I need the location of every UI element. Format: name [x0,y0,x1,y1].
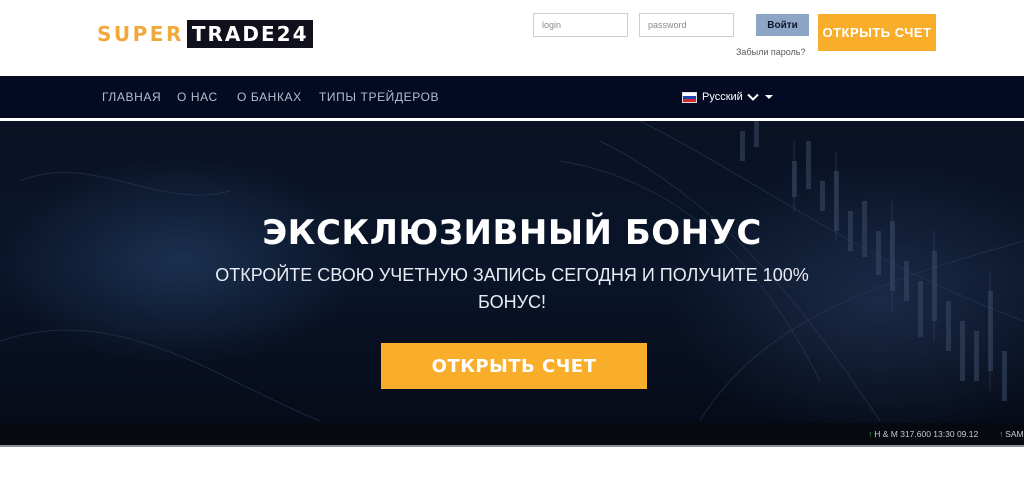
caret-down-icon [764,95,773,99]
ticker-item: ↑ H & M 317.600 13:30 09.12 [868,429,978,439]
open-account-button-hero[interactable]: ОТКРЫТЬ СЧЕТ [381,343,647,389]
language-selector[interactable]: Русский [682,88,773,106]
open-account-button-header[interactable]: ОТКРЫТЬ СЧЕТ [818,14,936,51]
russia-flag-icon [682,91,697,103]
stock-ticker: ↑ H & M 317.600 13:30 09.12 ↑ SAM [0,423,1024,445]
nav-item-banks[interactable]: О БАНКАХ [237,90,302,104]
site-logo[interactable]: SUPER TRADE24 [97,20,313,48]
language-label: Русский [702,91,743,103]
logo-text-trade: TRADE24 [186,20,313,48]
nav-item-home[interactable]: ГЛАВНАЯ [102,90,161,104]
signin-button[interactable]: Войти [756,14,809,36]
ticker-text: SAM [1005,429,1024,439]
ticker-divider [0,445,1024,447]
arrow-up-icon: ↑ [868,429,873,439]
password-input[interactable] [639,13,734,37]
nav-item-about[interactable]: О НАС [177,90,218,104]
hero-banner: ЭКСКЛЮЗИВНЫЙ БОНУС ОТКРОЙТЕ СВОЮ УЧЕТНУЮ… [0,121,1024,423]
site-header: SUPER TRADE24 Войти Забыли пароль? ОТКРЫ… [0,0,1024,76]
ticker-text: H & M 317.600 13:30 09.12 [874,429,979,439]
hero-subtitle: ОТКРОЙТЕ СВОЮ УЧЕТНУЮ ЗАПИСЬ СЕГОДНЯ И П… [215,265,809,312]
login-input[interactable] [533,13,628,37]
ticker-item: ↑ SAM [999,429,1024,439]
arrow-up-icon: ↑ [999,429,1004,439]
chevron-down-icon [747,93,759,101]
logo-text-super: SUPER [97,22,184,46]
forgot-password-link[interactable]: Забыли пароль? [736,47,805,57]
nav-item-trader-types[interactable]: ТИПЫ ТРЕЙДЕРОВ [319,90,439,104]
main-nav: ГЛАВНАЯ О НАС О БАНКАХ ТИПЫ ТРЕЙДЕРОВ Ру… [0,76,1024,118]
hero-title: ЭКСКЛЮЗИВНЫЙ БОНУС [262,213,762,253]
